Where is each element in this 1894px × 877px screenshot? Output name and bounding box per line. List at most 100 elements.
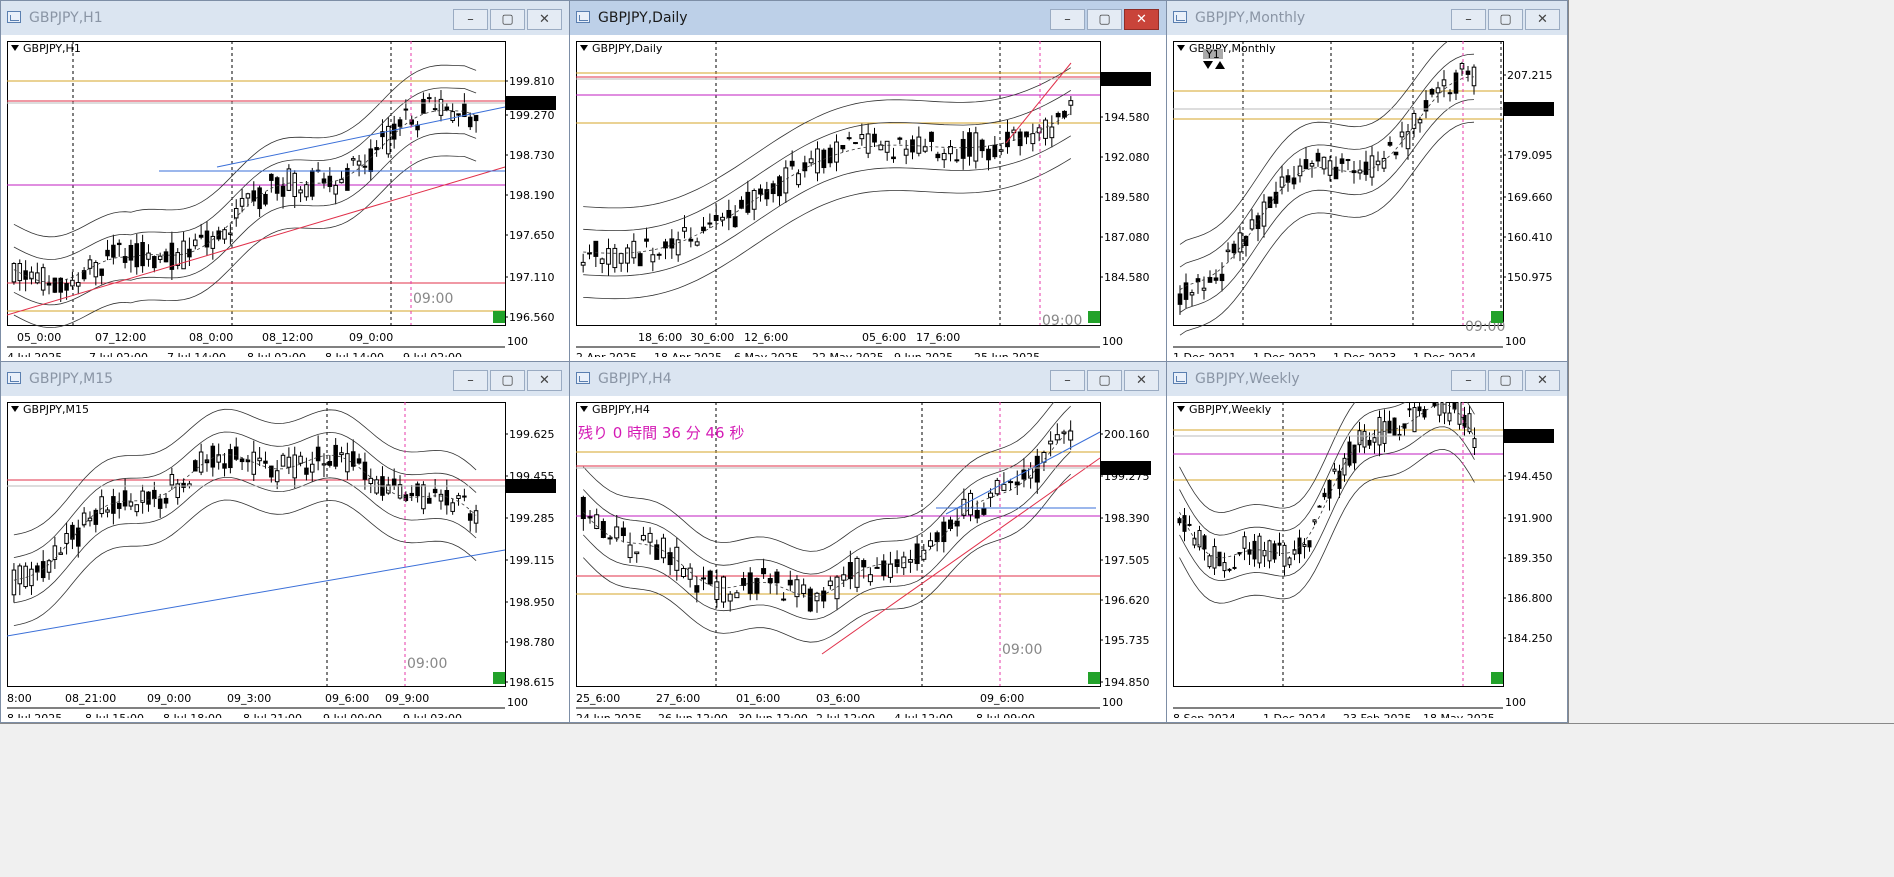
candle-body [897,137,903,140]
candle-body [694,241,700,246]
candle-body [656,253,662,256]
candle-body [1247,549,1252,555]
candle-body [1471,66,1477,87]
chart-window-h4[interactable]: GBPJPY,H4– ▢ ✕ GBPJPY,H4 200.160 199.275 198.3… [569,361,1167,723]
candle-body [625,247,630,264]
price-tick-label: 198.950 [509,596,555,609]
close-button[interactable]: ✕ [1124,370,1159,391]
candle-body [979,139,985,152]
candle-body [1422,408,1427,418]
time-tick-label: 8 Jul 14:00 [325,351,384,357]
candle-body [397,119,403,127]
candle-body [304,184,309,198]
candle-body [1417,119,1423,124]
minimize-button[interactable]: – [453,370,488,391]
minimize-button[interactable]: – [1451,370,1486,391]
chart-window-daily[interactable]: GBPJPY,Daily –▢✕ GBPJPY,Daily197.080194.58… [569,0,1167,362]
minimize-button[interactable]: – [1451,9,1486,30]
candle-body [600,521,606,538]
current-price-label: 199.411 [1104,73,1150,86]
maximize-button[interactable]: ▢ [1488,370,1523,391]
candle-body [688,238,694,242]
candle-body [239,458,245,463]
minimize-button[interactable]: – [1050,370,1085,391]
price-chart[interactable]: GBPJPY,Weekly197.000194.450191.900189.35… [1173,402,1563,718]
candle-body [99,496,104,515]
candle-body [1442,402,1447,414]
window-titlebar[interactable]: GBPJPY,Weekly – ▢ ✕ [1167,362,1567,396]
time-tick-label: 4 Jul 12:00 [894,712,953,718]
chart-window-monthly[interactable]: GBPJPY,Monthly–▢✕ GBPJPY,Monthly207.21518… [1166,0,1568,362]
candle-body [1441,79,1447,87]
candle-body [374,147,379,151]
candle-body [280,185,286,197]
close-button[interactable]: ✕ [527,370,562,391]
window-titlebar[interactable]: GBPJPY,H4 – ▢ ✕ [570,362,1166,396]
candle-body [1435,87,1441,94]
maximize-button[interactable]: ▢ [490,9,525,30]
candle-body [64,533,69,544]
candle-body [46,560,52,573]
candle-body [599,258,605,264]
time-caption: 30_6:00 [690,331,734,344]
maximize-button[interactable]: ▢ [1087,370,1122,391]
candle-body [758,188,763,195]
close-button[interactable]: ✕ [1124,9,1159,30]
candle-body [1177,293,1183,305]
window-titlebar[interactable]: GBPJPY,M15 – ▢ ✕ [1,362,569,396]
candle-body [634,551,640,555]
candle-body [239,197,245,207]
time-caption: 08_21:00 [65,692,116,705]
candle-body [713,214,719,221]
candle-body [927,540,933,547]
candle-body [654,544,660,560]
candle-body [409,492,414,497]
candle-body [607,537,613,540]
candle-body [1315,152,1321,162]
current-price-label: 199.409 [1507,430,1553,443]
chart-canvas: GBPJPY,H4200.160199.275198.390197.505196… [576,402,1151,718]
plot-frame [1173,402,1504,687]
chart-window-h1[interactable]: GBPJPY,H1 – ▢ ✕ GBPJPY,H1 199.810 199.270 198.7… [0,0,570,362]
candle-body [821,590,827,602]
price-tick-label: 198.615 [509,676,555,689]
window-title: GBPJPY,Daily [598,10,688,26]
chart-window-m15[interactable]: GBPJPY,M15– ▢ ✕ GBPJPY,M15 199.625 199.455 199… [0,361,570,723]
price-chart[interactable]: GBPJPY,Daily197.080194.580192.080189.580… [576,41,1162,357]
price-chart[interactable]: GBPJPY,Monthly207.215188.335179.095169.6… [1173,41,1563,357]
time-tick-label: 9 Jul 03:00 [403,712,462,718]
candle-body [1049,126,1055,139]
candle-body [391,123,397,140]
candle-body [1452,402,1457,410]
window-titlebar[interactable]: GBPJPY,Monthly – ▢ ✕ [1167,1,1567,35]
close-button[interactable]: ✕ [1525,370,1560,391]
maximize-button[interactable]: ▢ [490,370,525,391]
candle-body [228,232,233,235]
chart-canvas: GBPJPY,H1 199.810 199.270 198.730 198.190 197… [7,41,556,357]
candle-body [1381,157,1387,169]
close-button[interactable]: ✕ [527,9,562,30]
time-caption: 03_6:00 [816,692,860,705]
time-caption: 18_6:00 [638,331,682,344]
candle-body [1201,287,1207,291]
maximize-button[interactable]: ▢ [1087,9,1122,30]
candle-body [421,98,426,114]
candle-body [140,242,145,267]
close-button[interactable]: ✕ [1525,9,1560,30]
maximize-button[interactable]: ▢ [1488,9,1523,30]
candle-body [128,244,134,261]
price-tick-label: 194.850 [1104,676,1150,689]
candle-body [1061,431,1067,434]
chart-window-weekly[interactable]: GBPJPY,Weekly–▢✕ GBPJPY,Weekly197.000194.… [1166,361,1568,723]
chart-canvas: GBPJPY,Monthly207.215188.335179.095169.6… [1173,41,1554,357]
price-chart[interactable]: GBPJPY,M15 199.625 199.455 199.285 199.115 19… [7,402,565,718]
price-chart[interactable]: GBPJPY,H1 199.810 199.270 198.730 198.190 197… [7,41,565,357]
candle-body [1297,537,1302,555]
minimize-button[interactable]: – [453,9,488,30]
window-titlebar[interactable]: GBPJPY,Daily – ▢ ✕ [570,1,1166,35]
window-titlebar[interactable]: GBPJPY,H1 – ▢ ✕ [1,1,569,35]
candle-body [1219,273,1225,282]
price-chart[interactable]: GBPJPY,H4 200.160 199.275 198.390 197.505 196… [576,402,1162,718]
candle-body [1417,406,1422,412]
minimize-button[interactable]: – [1050,9,1085,30]
